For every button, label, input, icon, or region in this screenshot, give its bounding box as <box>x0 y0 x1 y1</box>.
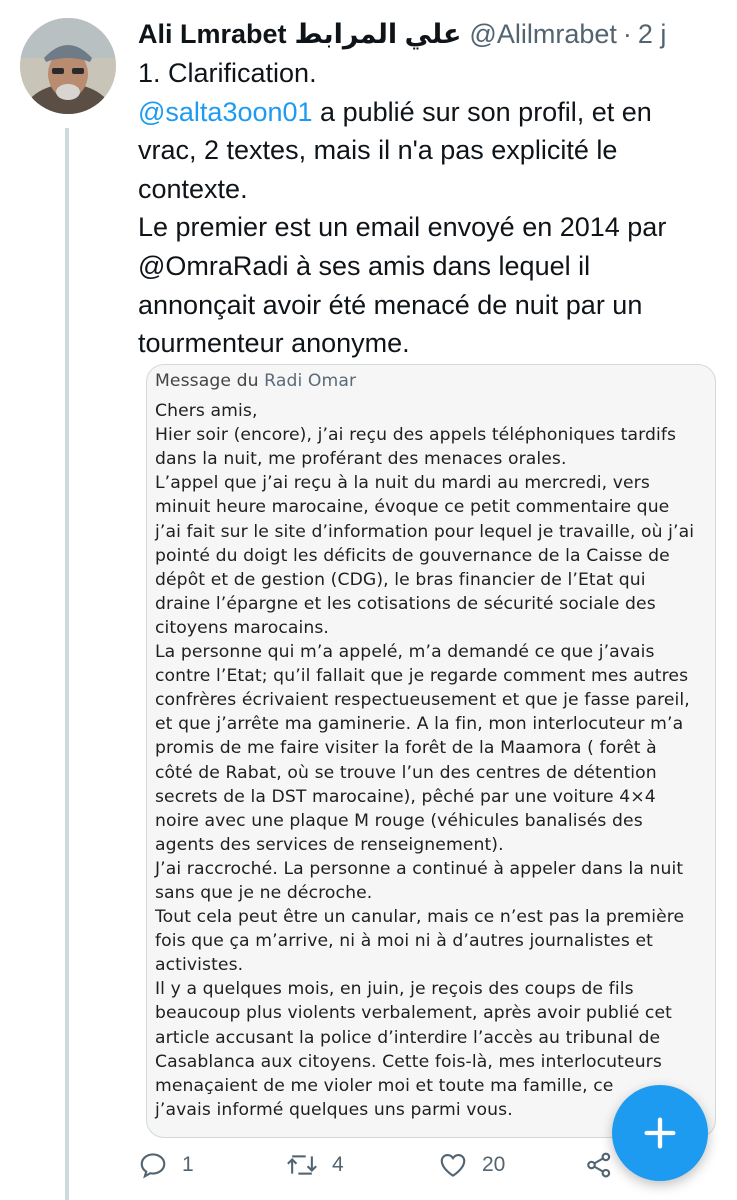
email-line: Hier soir (encore), j’ai reçu des appels… <box>155 425 677 446</box>
like-button[interactable]: 20 <box>438 1150 505 1180</box>
retweet-button[interactable]: 4 <box>286 1150 344 1180</box>
compose-tweet-button[interactable] <box>612 1085 708 1181</box>
like-count: 20 <box>482 1153 506 1176</box>
tweet-line: tourmenteur anonyme. <box>138 328 410 359</box>
email-line: citoyens marocains. <box>155 617 329 638</box>
email-line: minuit heure marocaine, évoque ce petit … <box>155 497 670 518</box>
author-handle[interactable]: @Alilmrabet <box>469 14 616 54</box>
tweet-header: Ali Lmrabet علي المرابط @Alilmrabet · 2 … <box>138 14 718 54</box>
email-line: et que j’arrête ma gaminerie. A la fin, … <box>155 714 684 735</box>
author-name-arabic[interactable]: علي المرابط <box>295 14 462 54</box>
email-line: activistes. <box>155 955 244 976</box>
email-line: Tout cela peut être un canular, mais ce … <box>155 907 685 928</box>
email-line: L’appel que j’ai reçu à la nuit du mardi… <box>155 473 650 494</box>
email-line: La personne qui m’a appelé, m’a demandé … <box>155 642 655 663</box>
like-icon <box>440 1153 466 1177</box>
tweet-line: annonçait avoir été menacé de nuit par u… <box>138 289 643 320</box>
email-line: secrets de la DST marocaine), pêché par … <box>155 786 656 807</box>
tweet-line: @OmraRadi à ses amis dans lequel il <box>138 250 591 281</box>
separator-dot: · <box>622 19 632 49</box>
reply-count: 1 <box>182 1153 194 1176</box>
email-sender: Radi Omar <box>264 371 357 391</box>
email-line: pointé du doigt les déficits de gouverna… <box>155 545 670 566</box>
thread-line <box>65 128 69 1200</box>
email-line: dépôt et de gestion (CDG), le bras finan… <box>155 569 646 590</box>
email-line: sans que je ne décroche. <box>155 882 373 903</box>
email-line: draine l’épargne et les cotisations de s… <box>155 593 656 614</box>
tweet-line: Le premier est un email envoyé en 2014 p… <box>138 212 667 243</box>
author-name[interactable]: Ali Lmrabet <box>138 14 287 54</box>
retweet-icon <box>287 1155 317 1175</box>
reply-button[interactable]: 1 <box>138 1150 194 1180</box>
tweet-line: 1. Clarification. <box>138 58 317 88</box>
retweet-count: 4 <box>332 1153 344 1176</box>
reply-icon <box>140 1153 166 1179</box>
email-line: beaucoup plus violents verbalement, aprè… <box>155 1003 672 1024</box>
tweet-line: vrac, 2 textes, mais il n'a pas explicit… <box>138 135 618 166</box>
email-body: Chers amis, Hier soir (encore), j’ai reçu… <box>155 399 715 1122</box>
email-line: confrères écrivaient respectueusement et… <box>155 690 690 711</box>
tweet-text: 1. Clarification. @salta3oon01 a publié … <box>138 54 718 363</box>
tweet-actions: 1 4 20 <box>138 1150 638 1190</box>
email-line: agents des services de renseignement). <box>155 834 504 855</box>
email-line: Casablanca aux citoyens. Cette fois-là, … <box>155 1051 662 1072</box>
email-line: fois que ça m’arrive, ni à moi ni à d’au… <box>155 931 653 952</box>
share-icon <box>587 1152 611 1178</box>
tweet-time[interactable]: 2 j <box>638 14 667 54</box>
email-line: côté de Rabat, où se trouve l’un des cen… <box>155 762 657 783</box>
mention-link[interactable]: @salta3oon01 <box>138 97 313 127</box>
tweet-content: Ali Lmrabet علي المرابط @Alilmrabet · 2 … <box>138 14 718 363</box>
plus-icon <box>644 1117 676 1149</box>
tweet-line: @salta3oon01 a publié sur son profil, et… <box>138 96 652 127</box>
tweet-media-image[interactable]: Message du Radi Omar Chers amis, Hier soi… <box>146 364 716 1138</box>
email-line: Chers amis, <box>155 401 258 422</box>
email-line: j’ai fait sur le site d’information pour… <box>155 521 695 542</box>
email-line: J’ai raccroché. La personne a continué à… <box>155 858 684 879</box>
tweet-line: contexte. <box>138 173 248 204</box>
email-line: noire avec une plaque M rouge (véhicules… <box>155 810 643 831</box>
email-line: article accusant la police d’interdire l… <box>155 1027 661 1048</box>
email-line: contre l’Etat; qu’il fallait que je rega… <box>155 666 689 687</box>
email-line: promis de me faire visiter la forêt de l… <box>155 738 657 759</box>
email-line: Il y a quelques mois, en juin, je reçois… <box>155 979 634 1000</box>
email-line: dans la nuit, me proférant des menaces o… <box>155 449 567 470</box>
avatar-image <box>20 18 116 114</box>
share-button[interactable] <box>584 1150 614 1180</box>
avatar[interactable] <box>20 18 116 114</box>
email-screenshot: Message du Radi Omar Chers amis, Hier soi… <box>147 365 715 1122</box>
email-header: Message du Radi Omar <box>155 371 357 391</box>
